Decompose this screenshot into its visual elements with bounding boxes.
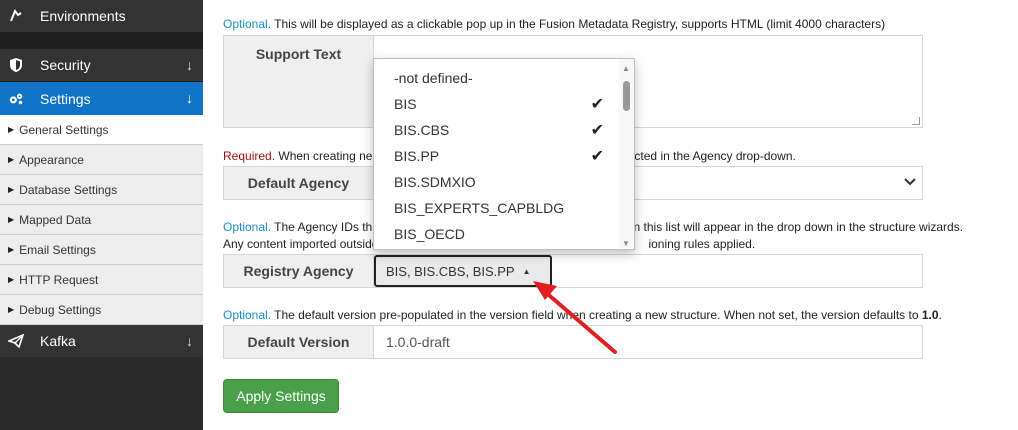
resize-grip-icon[interactable] [912,117,920,125]
support-text-note: Optional. This will be displayed as a cl… [223,16,885,33]
sidebar-item-label: Debug Settings [19,302,102,317]
scrollbar-thumb[interactable] [623,81,630,111]
checkmark-icon: ✔ [590,96,604,113]
note-text: ioning rules applied. [648,237,756,251]
sidebar-divider [0,33,203,49]
registry-agency-multiselect[interactable]: BIS, BIS.CBS, BIS.PP ▲ [374,255,552,287]
note-text: This will be displayed as a clickable po… [271,17,886,31]
arrow-down-icon: ↓ [186,57,193,73]
settings-panel: Optional. This will be displayed as a cl… [203,0,1018,430]
sidebar-item-label: Mapped Data [19,212,92,227]
caret-up-icon: ▲ [522,266,531,276]
gears-icon [8,91,24,107]
sidebar-item-label: Security [40,57,91,73]
paper-plane-icon [8,333,24,349]
note-text: Any content imported outside [223,237,379,251]
default-version-label: Default Version [224,326,374,358]
chevron-down-icon [904,176,916,190]
scroll-down-icon[interactable]: ▼ [622,239,630,248]
sidebar-item-label: Database Settings [19,182,118,197]
caret-right-icon: ▶ [8,275,15,284]
sidebar-item-http-request[interactable]: ▶ HTTP Request [0,265,203,295]
dropdown-scrollbar[interactable]: ▲ ▼ [619,59,634,249]
sidebar: Environments Security ↓ Settings ↓ ▶ Gen… [0,0,203,430]
sidebar-item-mapped-data[interactable]: ▶ Mapped Data [0,205,203,235]
sidebar-item-settings[interactable]: Settings ↓ [0,82,203,115]
dropdown-option[interactable]: BIS.SDMXIO [374,169,620,195]
option-label: BIS_OECD [394,226,465,242]
sidebar-item-label: Kafka [40,333,76,349]
sidebar-item-general-settings[interactable]: ▶ General Settings [0,115,203,145]
caret-right-icon: ▶ [8,185,15,194]
note-text: The Agency IDs th [271,220,373,234]
dropdown-option[interactable]: BIS.PP ✔ [374,143,620,169]
sidebar-item-label: Environments [40,8,126,24]
scroll-up-icon[interactable]: ▲ [622,64,630,73]
registry-agency-row: Registry Agency [223,254,923,288]
sidebar-item-email-settings[interactable]: ▶ Email Settings [0,235,203,265]
default-version-row: Default Version 1.0.0-draft [223,325,923,359]
note-text: cies in this list will appear in the dro… [606,220,964,234]
note-text: cted in the Agency drop-down. [634,149,796,163]
required-tag: Required. [223,149,276,163]
optional-tag: Optional. [223,308,272,322]
registry-agency-dropdown[interactable]: -not defined- BIS ✔ BIS.CBS ✔ BIS.PP ✔ B… [373,58,635,250]
sidebar-empty-area [0,357,203,430]
sidebar-item-label: Settings [40,90,91,107]
caret-right-icon: ▶ [8,125,15,134]
caret-right-icon: ▶ [8,305,15,314]
optional-tag: Optional. [223,17,272,31]
apply-settings-button[interactable]: Apply Settings [223,379,339,413]
note-text: The default version pre-populated in the… [271,308,922,322]
default-version-note: Optional. The default version pre-popula… [223,307,942,324]
sidebar-item-environments[interactable]: Environments [0,0,203,33]
note-text: . [938,308,942,322]
environments-icon [8,8,24,24]
note-text: When creating ne [275,149,373,163]
shield-icon [8,57,24,73]
checkmark-icon: ✔ [590,148,604,165]
arrow-down-icon: ↓ [186,90,193,106]
dropdown-option[interactable]: BIS ✔ [374,91,620,117]
option-label: BIS [394,96,417,112]
dropdown-option[interactable]: BIS.CBS ✔ [374,117,620,143]
default-agency-label: Default Agency [224,167,374,199]
checkmark-icon: ✔ [590,122,604,139]
sidebar-item-security[interactable]: Security ↓ [0,49,203,82]
sidebar-item-label: General Settings [19,122,109,137]
caret-right-icon: ▶ [8,245,15,254]
sidebar-item-appearance[interactable]: ▶ Appearance [0,145,203,175]
sidebar-item-debug-settings[interactable]: ▶ Debug Settings [0,295,203,325]
dropdown-option[interactable]: BIS_EXPERTS_CAPBLDG [374,195,620,221]
registry-agency-label: Registry Agency [224,255,374,287]
caret-right-icon: ▶ [8,155,15,164]
caret-right-icon: ▶ [8,215,15,224]
sidebar-item-label: HTTP Request [19,272,99,287]
sidebar-item-label: Appearance [19,152,84,167]
sidebar-item-kafka[interactable]: Kafka ↓ [0,325,203,358]
note-bold-version: 1.0 [921,308,939,322]
multiselect-value: BIS, BIS.CBS, BIS.PP [386,263,515,279]
support-text-label: Support Text [224,36,374,127]
optional-tag: Optional. [223,220,272,234]
default-version-input[interactable]: 1.0.0-draft [374,326,922,358]
option-label: BIS.PP [394,148,440,164]
option-label: -not defined- [394,70,473,86]
sidebar-item-database-settings[interactable]: ▶ Database Settings [0,175,203,205]
dropdown-option[interactable]: BIS_OECD [374,221,620,247]
sidebar-item-label: Email Settings [19,242,96,257]
arrow-down-icon: ↓ [186,333,193,349]
option-label: BIS_EXPERTS_CAPBLDG [394,200,565,216]
option-label: BIS.CBS [394,122,450,138]
option-label: BIS.SDMXIO [394,174,476,190]
dropdown-option[interactable]: -not defined- [374,65,620,91]
